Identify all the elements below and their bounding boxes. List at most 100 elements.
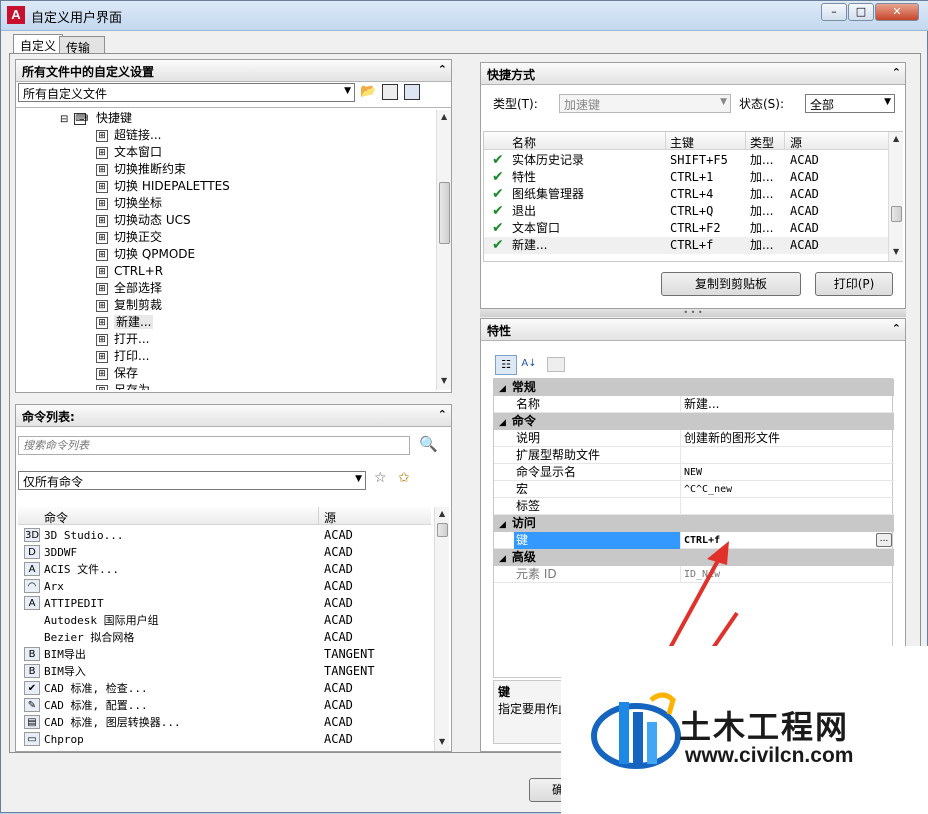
customizations-title: 所有文件中的自定义设置: [22, 65, 155, 79]
command-filter-combo[interactable]: 仅所有命令 ▼: [18, 471, 366, 490]
new-command-star-icon[interactable]: ✩: [398, 470, 410, 486]
search-icon[interactable]: 🔍: [419, 435, 438, 453]
scroll-down-arrow-icon[interactable]: ▼: [439, 737, 445, 746]
property-pages-icon[interactable]: [547, 357, 565, 372]
tree-node-shortcut[interactable]: ⊞ 另存为...: [96, 382, 161, 390]
collapse-chevron-icon[interactable]: ⌃: [892, 322, 901, 335]
column-primary-key[interactable]: 主键: [670, 134, 694, 151]
scroll-thumb[interactable]: [891, 206, 902, 222]
command-list[interactable]: 3D 3D Studio... ACAD D 3DDWF ACAD A ACIS 文件... A…: [18, 527, 431, 751]
shortcut-key-icon: ⊞: [96, 299, 108, 312]
column-name[interactable]: 名称: [512, 134, 536, 151]
property-row-display-name[interactable]: 命令显示名 NEW: [494, 464, 894, 481]
scroll-thumb[interactable]: [437, 523, 448, 537]
property-row-tags[interactable]: 标签: [494, 498, 894, 515]
collapse-chevron-icon[interactable]: ⌃: [892, 66, 901, 79]
scroll-up-arrow-icon[interactable]: ▲: [441, 112, 447, 121]
category-general[interactable]: ◢ 常规: [494, 379, 894, 396]
column-command[interactable]: 命令: [44, 509, 68, 526]
tree-scrollbar[interactable]: ▲ ▼: [436, 110, 451, 390]
shortcut-key-icon: ⊞: [96, 384, 108, 390]
column-source[interactable]: 源: [324, 509, 336, 526]
column-separator[interactable]: [318, 507, 319, 525]
column-separator[interactable]: [745, 132, 746, 150]
filter-combo-value: 仅所有命令: [23, 475, 84, 489]
property-value[interactable]: ^C^C_new: [684, 481, 732, 498]
scroll-down-arrow-icon[interactable]: ▼: [441, 376, 447, 385]
property-row-description[interactable]: 说明 创建新的图形文件: [494, 430, 894, 447]
tree-node-shortcut[interactable]: ⊞ 文本窗口: [96, 144, 162, 161]
collapse-toggle-icon[interactable]: ⊟: [60, 114, 68, 125]
tree-node-shortcut[interactable]: ⊞ 全部选择: [96, 280, 162, 297]
scroll-down-arrow-icon[interactable]: ▼: [893, 247, 899, 256]
property-row-help-file[interactable]: 扩展型帮助文件: [494, 447, 894, 464]
check-icon: ✔: [492, 186, 504, 202]
tree-node-shortcut[interactable]: ⊞ 打开...: [96, 331, 149, 348]
scroll-thumb[interactable]: [439, 182, 450, 244]
scroll-up-arrow-icon[interactable]: ▲: [893, 134, 899, 143]
command-name[interactable]: 3DDWF: [44, 544, 77, 561]
tree-node-shortcut[interactable]: ⊞ 超链接...: [96, 127, 161, 144]
command-name[interactable]: Chprop: [44, 731, 84, 748]
tree-node-shortcut[interactable]: ⊞ 保存: [96, 365, 138, 382]
categorized-view-icon[interactable]: ☷: [495, 355, 517, 375]
collapse-chevron-icon[interactable]: ⌃: [438, 63, 447, 76]
customization-file-combo[interactable]: 所有自定义文件 ▼: [18, 83, 355, 102]
command-name[interactable]: 3D Studio...: [44, 527, 123, 544]
collapse-chevron-icon[interactable]: ⌃: [438, 408, 447, 421]
type-combo[interactable]: 加速键 ▼: [559, 94, 731, 113]
save-as-icon[interactable]: [404, 84, 420, 100]
property-value[interactable]: NEW: [684, 464, 702, 481]
category-access[interactable]: ◢ 访问: [494, 515, 894, 532]
column-separator[interactable]: [784, 132, 785, 150]
command-name[interactable]: ACIS 文件...: [44, 561, 119, 578]
tree-node-shortcut[interactable]: ⊞ 切换坐标: [96, 195, 162, 212]
tree-node-shortcut[interactable]: ⊞ 切换动态 UCS: [96, 212, 191, 229]
create-command-icon[interactable]: ☆: [374, 470, 387, 486]
property-row-name[interactable]: 名称 新建...: [494, 396, 894, 413]
sort-alphabetical-icon[interactable]: A↓: [519, 355, 539, 375]
minimize-button[interactable]: –: [821, 3, 847, 21]
command-list-scrollbar[interactable]: ▲ ▼: [434, 507, 449, 751]
shortcuts-scrollbar[interactable]: ▲ ▼: [888, 132, 903, 261]
command-name[interactable]: Bezier 拟合网格: [44, 629, 134, 646]
open-file-icon[interactable]: 📂: [360, 84, 378, 102]
customization-tree[interactable]: ⊟ ⌨ 快捷键 ⊞ 超链接... ⊞ 文本窗口 ⊞ 切换推断约束 ⊞ 切换 HIDEPALET…: [16, 110, 434, 390]
browse-ellipsis-button[interactable]: ...: [876, 533, 892, 547]
scroll-up-arrow-icon[interactable]: ▲: [439, 509, 445, 518]
tree-node-shortcut[interactable]: ⊞ 复制剪裁: [96, 297, 162, 314]
column-type[interactable]: 类型: [750, 134, 774, 151]
column-source[interactable]: 源: [790, 134, 802, 151]
status-combo[interactable]: 全部 ▼: [805, 94, 895, 113]
column-separator[interactable]: [665, 132, 666, 150]
close-button[interactable]: ✕: [875, 3, 919, 21]
shortcut-key-icon: ⊞: [96, 350, 108, 363]
command-name[interactable]: BIM导出: [44, 646, 86, 663]
tree-node-shortcut[interactable]: ⊞ 打印...: [96, 348, 149, 365]
tree-node-shortcut[interactable]: ⊞ 新建...: [96, 314, 154, 331]
tree-node-shortcut[interactable]: ⊞ 切换 QPMODE: [96, 246, 195, 263]
command-name[interactable]: CAD 标准, 检查...: [44, 680, 148, 697]
command-name[interactable]: BIM导入: [44, 663, 86, 680]
splitter-handle[interactable]: • • •: [480, 309, 906, 317]
tree-node-shortcut-keys[interactable]: ⊟ ⌨ 快捷键: [60, 110, 132, 127]
command-name[interactable]: ATTIPEDIT: [44, 595, 104, 612]
command-name[interactable]: CAD 标准, 配置...: [44, 697, 148, 714]
maximize-button[interactable]: □: [848, 3, 874, 21]
command-search-input[interactable]: [18, 436, 410, 455]
category-command[interactable]: ◢ 命令: [494, 413, 894, 430]
tree-node-shortcut[interactable]: ⊞ 切换 HIDEPALETTES: [96, 178, 230, 195]
command-name[interactable]: Arx: [44, 578, 64, 595]
shortcuts-rows[interactable]: ✔ 实体历史记录 SHIFT+F5 加... ACAD ✔ 特性 CTRL+1 加... ACAD…: [484, 152, 889, 260]
property-value[interactable]: 创建新的图形文件: [684, 430, 780, 447]
command-name[interactable]: CAD 标准, 图层转换器...: [44, 714, 181, 731]
tree-node-shortcut[interactable]: ⊞ 切换正交: [96, 229, 162, 246]
property-row-macro[interactable]: 宏 ^C^C_new: [494, 481, 894, 498]
save-icon[interactable]: [382, 84, 398, 100]
copy-to-clipboard-button[interactable]: 复制到剪贴板: [661, 272, 801, 296]
property-value[interactable]: 新建...: [684, 396, 719, 413]
print-button[interactable]: 打印(P): [815, 272, 893, 296]
tree-node-shortcut[interactable]: ⊞ 切换推断约束: [96, 161, 186, 178]
command-name[interactable]: Autodesk 国际用户组: [44, 612, 159, 629]
tree-node-shortcut[interactable]: ⊞ CTRL+R: [96, 263, 163, 280]
